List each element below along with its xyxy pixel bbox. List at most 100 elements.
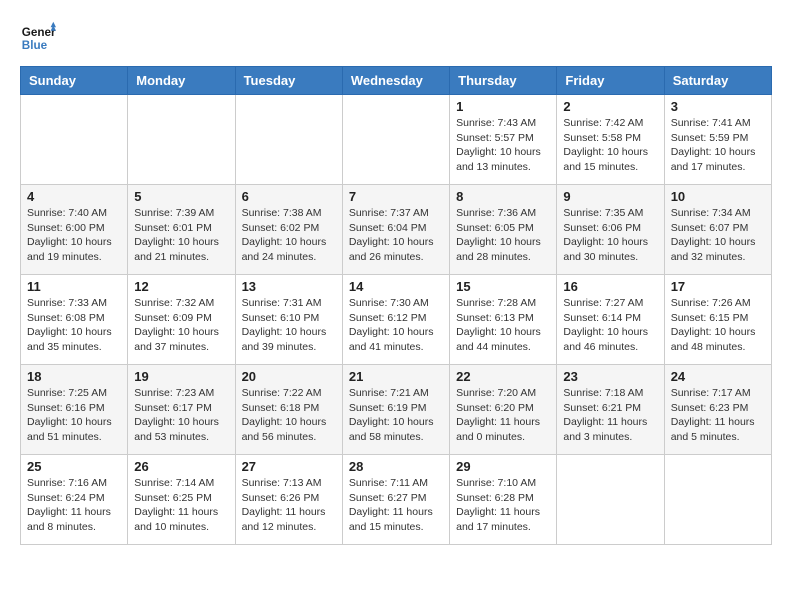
header-cell-wednesday: Wednesday	[342, 67, 449, 95]
day-number: 17	[671, 279, 765, 294]
day-cell: 26 Sunrise: 7:14 AM Sunset: 6:25 PM Dayli…	[128, 455, 235, 545]
svg-text:Blue: Blue	[22, 39, 48, 52]
day-cell	[664, 455, 771, 545]
day-info: Sunrise: 7:14 AM Sunset: 6:25 PM Dayligh…	[134, 476, 228, 535]
day-cell: 8Sunrise: 7:36 AM Sunset: 6:05 PM Daylig…	[450, 185, 557, 275]
day-info: Sunrise: 7:39 AM Sunset: 6:01 PM Dayligh…	[134, 206, 228, 265]
day-cell: 9 Sunrise: 7:35 AM Sunset: 6:06 PM Daylig…	[557, 185, 664, 275]
day-number: 1	[456, 99, 550, 114]
day-cell: 18Sunrise: 7:25 AM Sunset: 6:16 PM Dayli…	[21, 365, 128, 455]
day-info: Sunrise: 7:18 AM Sunset: 6:21 PM Dayligh…	[563, 386, 657, 445]
day-number: 14	[349, 279, 443, 294]
day-cell: 21 Sunrise: 7:21 AM Sunset: 6:19 PM Dayli…	[342, 365, 449, 455]
day-info: Sunrise: 7:31 AM Sunset: 6:10 PM Dayligh…	[242, 296, 336, 355]
day-number: 26	[134, 459, 228, 474]
day-cell: 7 Sunrise: 7:37 AM Sunset: 6:04 PM Daylig…	[342, 185, 449, 275]
day-info: Sunrise: 7:25 AM Sunset: 6:16 PM Dayligh…	[27, 386, 121, 445]
week-row-1: 4 Sunrise: 7:40 AM Sunset: 6:00 PM Daylig…	[21, 185, 772, 275]
day-number: 2	[563, 99, 657, 114]
day-cell: 28 Sunrise: 7:11 AM Sunset: 6:27 PM Dayli…	[342, 455, 449, 545]
day-info: Sunrise: 7:23 AM Sunset: 6:17 PM Dayligh…	[134, 386, 228, 445]
day-cell: 6 Sunrise: 7:38 AM Sunset: 6:02 PM Daylig…	[235, 185, 342, 275]
day-info: Sunrise: 7:40 AM Sunset: 6:00 PM Dayligh…	[27, 206, 121, 265]
day-number: 8	[456, 189, 550, 204]
day-cell: 15Sunrise: 7:28 AM Sunset: 6:13 PM Dayli…	[450, 275, 557, 365]
day-cell: 2 Sunrise: 7:42 AM Sunset: 5:58 PM Daylig…	[557, 95, 664, 185]
day-number: 4	[27, 189, 121, 204]
day-number: 19	[134, 369, 228, 384]
day-cell	[21, 95, 128, 185]
day-info: Sunrise: 7:41 AM Sunset: 5:59 PM Dayligh…	[671, 116, 765, 175]
header-cell-sunday: Sunday	[21, 67, 128, 95]
day-info: Sunrise: 7:43 AM Sunset: 5:57 PM Dayligh…	[456, 116, 550, 175]
day-cell	[235, 95, 342, 185]
day-cell: 5Sunrise: 7:39 AM Sunset: 6:01 PM Daylig…	[128, 185, 235, 275]
day-info: Sunrise: 7:13 AM Sunset: 6:26 PM Dayligh…	[242, 476, 336, 535]
week-row-4: 25 Sunrise: 7:16 AM Sunset: 6:24 PM Dayli…	[21, 455, 772, 545]
day-number: 11	[27, 279, 121, 294]
day-cell: 16Sunrise: 7:27 AM Sunset: 6:14 PM Dayli…	[557, 275, 664, 365]
day-cell: 23 Sunrise: 7:18 AM Sunset: 6:21 PM Dayli…	[557, 365, 664, 455]
day-cell: 11 Sunrise: 7:33 AM Sunset: 6:08 PM Dayli…	[21, 275, 128, 365]
day-cell: 20 Sunrise: 7:22 AM Sunset: 6:18 PM Dayli…	[235, 365, 342, 455]
header-cell-saturday: Saturday	[664, 67, 771, 95]
day-number: 20	[242, 369, 336, 384]
day-info: Sunrise: 7:22 AM Sunset: 6:18 PM Dayligh…	[242, 386, 336, 445]
week-row-0: 1 Sunrise: 7:43 AM Sunset: 5:57 PM Daylig…	[21, 95, 772, 185]
header-row: SundayMondayTuesdayWednesdayThursdayFrid…	[21, 67, 772, 95]
day-info: Sunrise: 7:33 AM Sunset: 6:08 PM Dayligh…	[27, 296, 121, 355]
day-number: 12	[134, 279, 228, 294]
day-cell: 12 Sunrise: 7:32 AM Sunset: 6:09 PM Dayli…	[128, 275, 235, 365]
day-info: Sunrise: 7:35 AM Sunset: 6:06 PM Dayligh…	[563, 206, 657, 265]
day-info: Sunrise: 7:34 AM Sunset: 6:07 PM Dayligh…	[671, 206, 765, 265]
day-cell: 24 Sunrise: 7:17 AM Sunset: 6:23 PM Dayli…	[664, 365, 771, 455]
day-number: 23	[563, 369, 657, 384]
day-number: 15	[456, 279, 550, 294]
day-info: Sunrise: 7:37 AM Sunset: 6:04 PM Dayligh…	[349, 206, 443, 265]
header-cell-thursday: Thursday	[450, 67, 557, 95]
header-cell-friday: Friday	[557, 67, 664, 95]
day-info: Sunrise: 7:20 AM Sunset: 6:20 PM Dayligh…	[456, 386, 550, 445]
day-info: Sunrise: 7:16 AM Sunset: 6:24 PM Dayligh…	[27, 476, 121, 535]
day-cell: 3 Sunrise: 7:41 AM Sunset: 5:59 PM Daylig…	[664, 95, 771, 185]
day-cell: 19 Sunrise: 7:23 AM Sunset: 6:17 PM Dayli…	[128, 365, 235, 455]
day-number: 3	[671, 99, 765, 114]
day-number: 13	[242, 279, 336, 294]
day-cell: 22 Sunrise: 7:20 AM Sunset: 6:20 PM Dayli…	[450, 365, 557, 455]
calendar: SundayMondayTuesdayWednesdayThursdayFrid…	[20, 66, 772, 545]
day-info: Sunrise: 7:26 AM Sunset: 6:15 PM Dayligh…	[671, 296, 765, 355]
day-number: 28	[349, 459, 443, 474]
day-number: 7	[349, 189, 443, 204]
day-number: 10	[671, 189, 765, 204]
day-info: Sunrise: 7:10 AM Sunset: 6:28 PM Dayligh…	[456, 476, 550, 535]
day-number: 22	[456, 369, 550, 384]
day-number: 24	[671, 369, 765, 384]
day-info: Sunrise: 7:32 AM Sunset: 6:09 PM Dayligh…	[134, 296, 228, 355]
day-info: Sunrise: 7:17 AM Sunset: 6:23 PM Dayligh…	[671, 386, 765, 445]
day-info: Sunrise: 7:11 AM Sunset: 6:27 PM Dayligh…	[349, 476, 443, 535]
day-cell: 17 Sunrise: 7:26 AM Sunset: 6:15 PM Dayli…	[664, 275, 771, 365]
day-info: Sunrise: 7:30 AM Sunset: 6:12 PM Dayligh…	[349, 296, 443, 355]
logo-icon: General Blue	[20, 20, 56, 56]
day-number: 29	[456, 459, 550, 474]
day-info: Sunrise: 7:27 AM Sunset: 6:14 PM Dayligh…	[563, 296, 657, 355]
day-cell	[342, 95, 449, 185]
day-number: 25	[27, 459, 121, 474]
day-cell: 10 Sunrise: 7:34 AM Sunset: 6:07 PM Dayli…	[664, 185, 771, 275]
header-cell-monday: Monday	[128, 67, 235, 95]
day-cell	[557, 455, 664, 545]
header-cell-tuesday: Tuesday	[235, 67, 342, 95]
day-number: 21	[349, 369, 443, 384]
day-cell: 29 Sunrise: 7:10 AM Sunset: 6:28 PM Dayli…	[450, 455, 557, 545]
day-number: 27	[242, 459, 336, 474]
day-number: 6	[242, 189, 336, 204]
day-cell: 1 Sunrise: 7:43 AM Sunset: 5:57 PM Daylig…	[450, 95, 557, 185]
week-row-3: 18Sunrise: 7:25 AM Sunset: 6:16 PM Dayli…	[21, 365, 772, 455]
day-info: Sunrise: 7:42 AM Sunset: 5:58 PM Dayligh…	[563, 116, 657, 175]
day-cell	[128, 95, 235, 185]
week-row-2: 11 Sunrise: 7:33 AM Sunset: 6:08 PM Dayli…	[21, 275, 772, 365]
day-info: Sunrise: 7:38 AM Sunset: 6:02 PM Dayligh…	[242, 206, 336, 265]
day-info: Sunrise: 7:21 AM Sunset: 6:19 PM Dayligh…	[349, 386, 443, 445]
logo: General Blue	[20, 20, 60, 56]
day-number: 9	[563, 189, 657, 204]
